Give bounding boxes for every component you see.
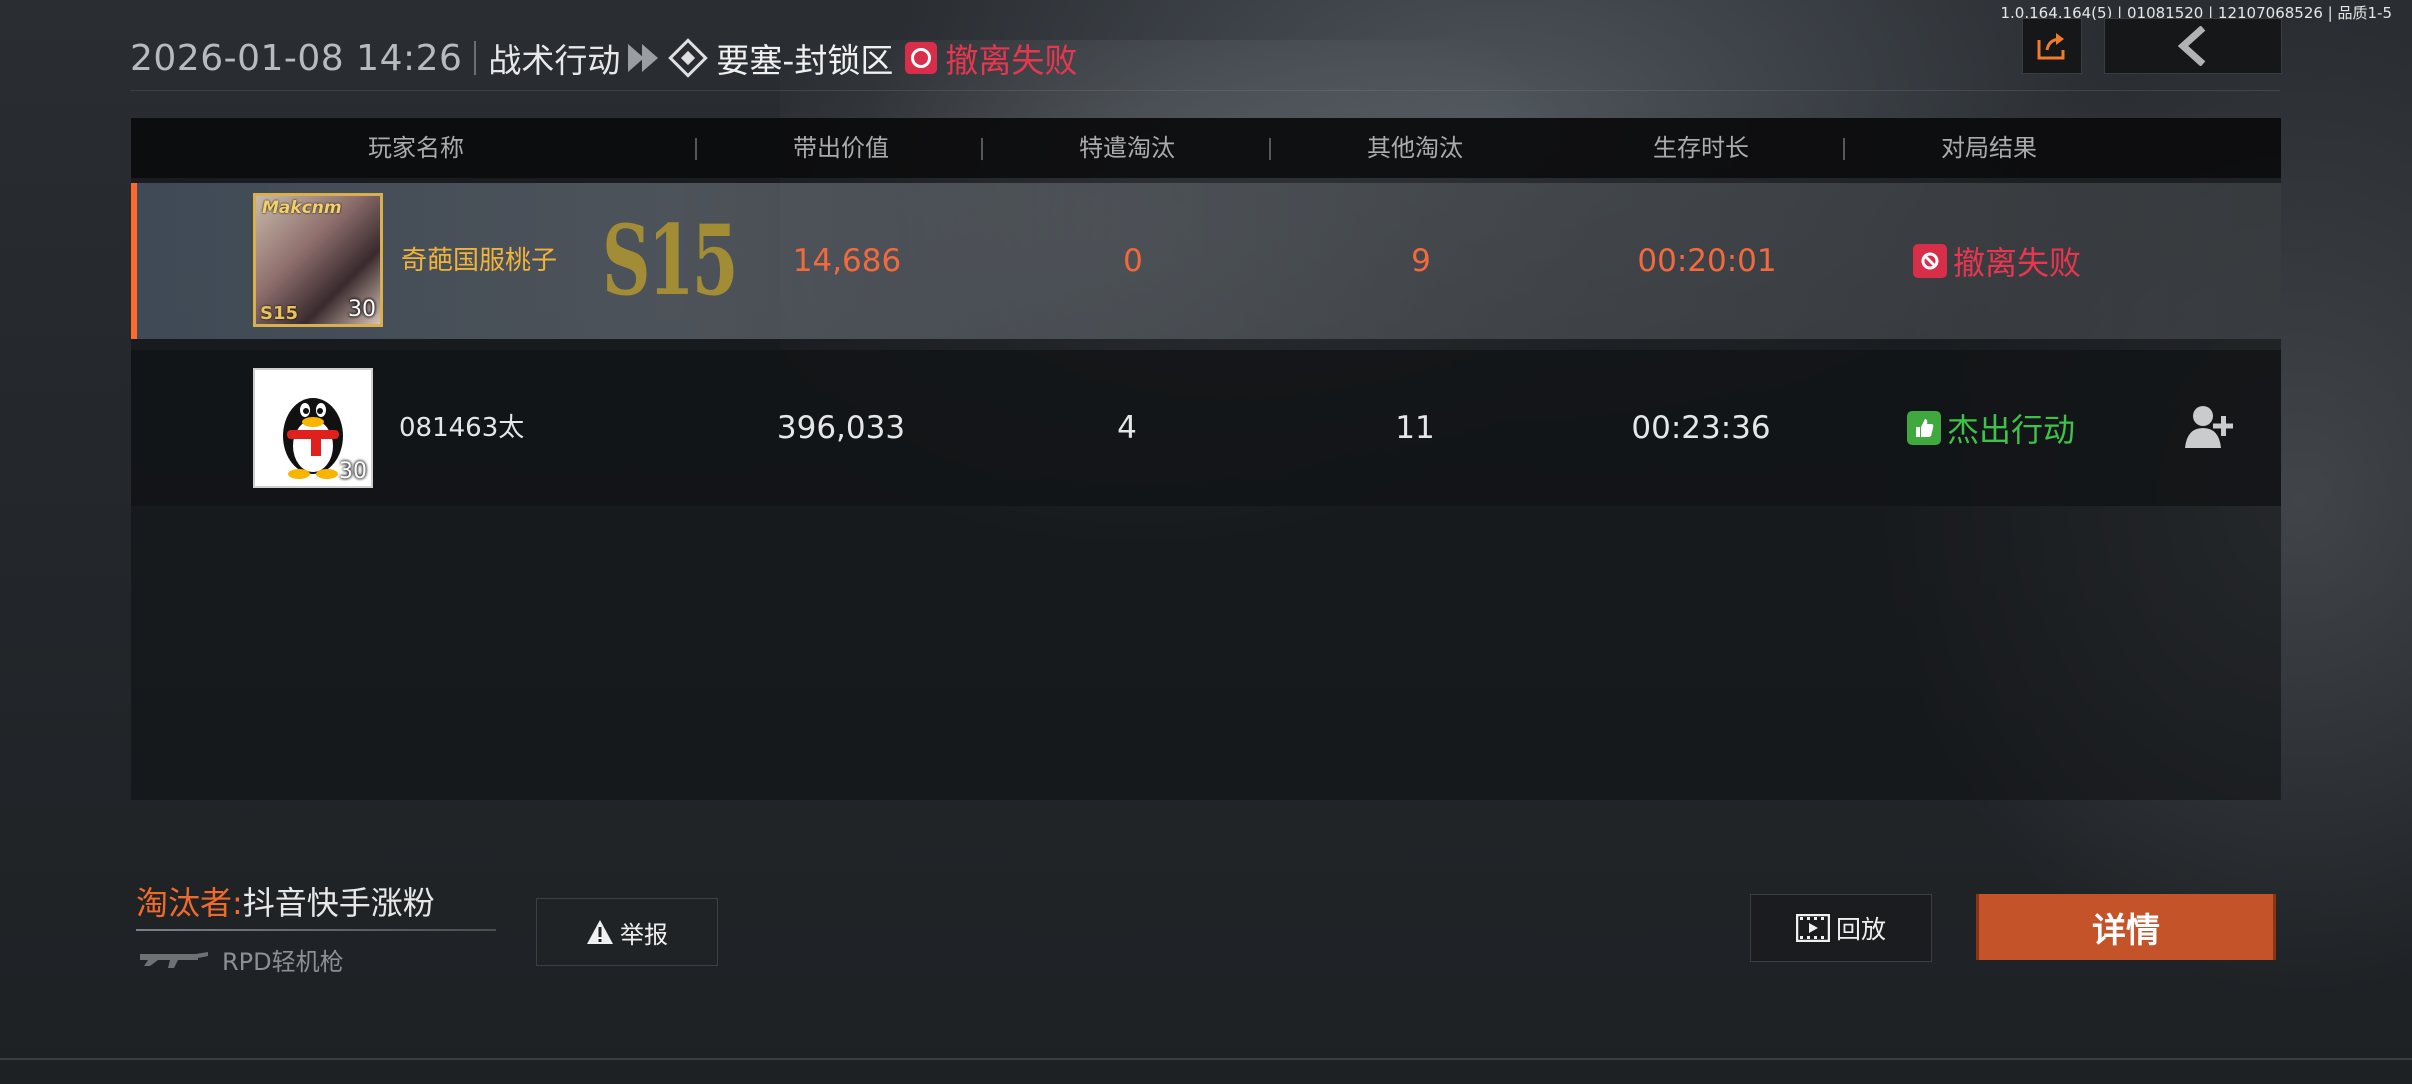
warning-icon	[587, 920, 613, 944]
scoreboard-table: 玩家名称 带出价值 特遣淘汰 其他淘汰 生存时长 对局结果 Makcnm S15…	[131, 118, 2281, 800]
extracted-value: 396,033	[776, 410, 906, 446]
column-header-result: 对局结果	[1941, 134, 2037, 162]
extraction-failed-icon	[905, 42, 938, 74]
column-divider	[1843, 138, 1845, 160]
eliminator-info: 淘汰者:抖音快手涨粉	[136, 878, 435, 924]
column-divider	[981, 138, 983, 160]
header-divider	[474, 41, 477, 75]
details-button[interactable]: 详情	[1976, 894, 2276, 960]
machine-gun-icon	[140, 952, 208, 968]
match-datetime: 2026-01-08 14:26	[130, 37, 463, 79]
double-chevron-icon	[628, 44, 659, 72]
column-header-survival: 生存时长	[1653, 134, 1749, 162]
player-name: 081463太	[399, 413, 525, 443]
row-result-label: 杰出行动	[1947, 411, 2076, 449]
column-divider	[1269, 138, 1271, 160]
table-row[interactable]: Makcnm S15 30 奇葩国服桃子 S15 14,686 0 9 00:2…	[131, 183, 2281, 339]
task-kills: 4	[1117, 410, 1137, 446]
season-emblem: S15	[602, 204, 738, 317]
column-header-task-kills: 特遣淘汰	[1079, 134, 1175, 162]
thumbs-up-icon	[1907, 411, 1941, 445]
season-badge: S15	[260, 303, 299, 324]
table-header: 玩家名称 带出价值 特遣淘汰 其他淘汰 生存时长 对局结果	[131, 118, 2281, 178]
eliminator-underline	[136, 929, 496, 931]
other-kills: 9	[1411, 243, 1431, 279]
details-label: 详情	[2092, 910, 2160, 951]
column-header-value: 带出价值	[793, 134, 889, 162]
survival-time: 00:20:01	[1637, 243, 1777, 279]
avatar[interactable]: Makcnm S15 30	[253, 193, 383, 327]
avatar[interactable]: 30	[253, 368, 373, 488]
back-button[interactable]	[2104, 18, 2282, 74]
task-kills: 0	[1123, 243, 1143, 279]
replay-label: 回放	[1835, 915, 1886, 944]
add-friend-button[interactable]	[2185, 404, 2233, 450]
match-header: 2026-01-08 14:26 战术行动 要塞-封锁区 撤离失败	[130, 32, 1077, 84]
row-result-label: 撤离失败	[1953, 244, 2082, 282]
column-divider	[695, 138, 697, 160]
row-result: 撤离失败	[1913, 183, 2081, 339]
chevron-left-icon	[2177, 26, 2206, 66]
map-diamond-icon	[668, 38, 709, 78]
survival-time: 00:23:36	[1631, 410, 1771, 446]
report-button[interactable]: 举报	[536, 898, 718, 966]
column-header-player: 玩家名称	[368, 134, 464, 162]
share-button[interactable]	[2022, 18, 2082, 74]
player-level: 30	[348, 297, 376, 322]
avatar-frame-label: Makcnm	[262, 198, 342, 218]
player-name: 奇葩国服桃子	[401, 246, 558, 276]
replay-button[interactable]: 回放	[1750, 894, 1932, 962]
table-row[interactable]: 30 081463太 396,033 4 11 00:23:36 杰出行动	[131, 350, 2281, 506]
column-header-other-kills: 其他淘汰	[1367, 134, 1463, 162]
add-friend-icon	[2185, 406, 2233, 448]
weapon-name: RPD轻机枪	[222, 948, 344, 976]
film-play-icon	[1795, 914, 1830, 942]
header-underline	[130, 90, 2280, 91]
share-icon	[2037, 33, 2065, 60]
map-name: 要塞-封锁区	[716, 41, 894, 80]
bottom-divider	[0, 1058, 2412, 1060]
game-mode: 战术行动	[488, 41, 621, 80]
extraction-failed-icon	[1913, 244, 1947, 278]
report-label: 举报	[620, 920, 668, 949]
player-level: 30	[339, 459, 367, 484]
eliminator-name: 抖音快手涨粉	[242, 884, 435, 922]
match-result: 撤离失败	[945, 41, 1078, 80]
row-result: 杰出行动	[1907, 350, 2075, 506]
eliminator-label: 淘汰者:	[136, 884, 243, 922]
extracted-value: 14,686	[792, 243, 902, 279]
other-kills: 11	[1395, 410, 1435, 446]
